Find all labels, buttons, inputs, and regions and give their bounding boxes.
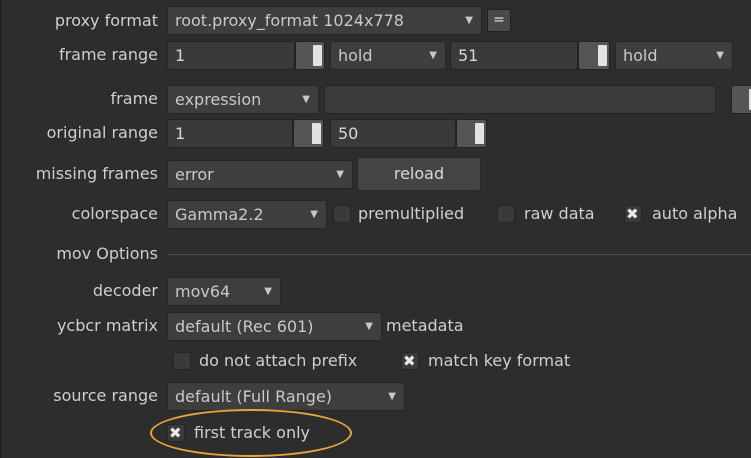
frame-slider[interactable] bbox=[731, 85, 751, 114]
chevron-down-icon: ▼ bbox=[429, 50, 437, 61]
missing-frames-dropdown[interactable]: error ▼ bbox=[167, 160, 353, 189]
original-range-end-slider[interactable] bbox=[456, 119, 487, 148]
frame-range-label: frame range bbox=[58, 45, 158, 64]
source-range-dropdown[interactable]: default (Full Range) ▼ bbox=[167, 382, 405, 411]
missing-frames-label: missing frames bbox=[35, 164, 158, 183]
frame-range-start-field[interactable]: 1 bbox=[167, 41, 295, 70]
ycbcr-matrix-value: default (Rec 601) bbox=[175, 317, 314, 336]
chevron-down-icon: ▼ bbox=[302, 94, 310, 105]
proxy-format-dropdown[interactable]: root.proxy_format 1024x778 ▼ bbox=[167, 6, 482, 35]
missing-frames-value: error bbox=[175, 165, 214, 184]
ycbcr-matrix-label: ycbcr matrix bbox=[56, 316, 158, 335]
proxy-format-label: proxy format bbox=[54, 11, 158, 30]
metadata-label: metadata bbox=[386, 316, 464, 335]
chevron-down-icon: ▼ bbox=[365, 321, 373, 332]
frame-range-end-mode-value: hold bbox=[623, 46, 658, 65]
auto-alpha-checkbox[interactable] bbox=[624, 204, 642, 224]
source-range-label: source range bbox=[53, 386, 158, 405]
original-range-start-field[interactable]: 1 bbox=[167, 119, 293, 148]
frame-range-end-slider[interactable] bbox=[578, 41, 610, 70]
reload-button[interactable]: reload bbox=[357, 157, 481, 191]
proxy-format-equals-button[interactable]: = bbox=[487, 9, 511, 32]
section-divider bbox=[167, 254, 751, 255]
frame-expression-field[interactable] bbox=[324, 85, 716, 114]
premultiplied-label: premultiplied bbox=[358, 204, 465, 223]
frame-mode-dropdown[interactable]: expression ▼ bbox=[167, 85, 319, 114]
original-range-start-slider[interactable] bbox=[293, 119, 324, 148]
chevron-down-icon: ▼ bbox=[264, 286, 272, 297]
original-range-end-field[interactable]: 50 bbox=[330, 119, 456, 148]
chevron-down-icon: ▼ bbox=[716, 50, 724, 61]
frame-range-start-mode-dropdown[interactable]: hold ▼ bbox=[330, 41, 446, 70]
raw-data-checkbox[interactable] bbox=[497, 205, 515, 223]
do-not-attach-prefix-label: do not attach prefix bbox=[199, 351, 358, 370]
frame-range-start-mode-value: hold bbox=[338, 46, 373, 65]
proxy-format-value: root.proxy_format 1024x778 bbox=[175, 11, 404, 30]
chevron-down-icon: ▼ bbox=[465, 15, 473, 26]
chevron-down-icon: ▼ bbox=[388, 391, 396, 402]
chevron-down-icon: ▼ bbox=[310, 209, 318, 220]
source-range-value: default (Full Range) bbox=[175, 387, 333, 406]
frame-range-end-field[interactable]: 51 bbox=[450, 41, 578, 70]
chevron-down-icon: ▼ bbox=[336, 169, 344, 180]
mov-options-section-title: mov Options bbox=[56, 244, 158, 263]
ycbcr-matrix-dropdown[interactable]: default (Rec 601) ▼ bbox=[167, 312, 382, 341]
colorspace-value: Gamma2.2 bbox=[175, 205, 264, 224]
highlight-ring bbox=[150, 409, 352, 457]
original-range-label: original range bbox=[46, 123, 158, 142]
match-key-format-label: match key format bbox=[428, 351, 571, 370]
frame-label: frame bbox=[110, 89, 158, 108]
auto-alpha-label: auto alpha bbox=[652, 204, 738, 223]
colorspace-dropdown[interactable]: Gamma2.2 ▼ bbox=[167, 200, 327, 229]
frame-range-end-mode-dropdown[interactable]: hold ▼ bbox=[615, 41, 733, 70]
decoder-value: mov64 bbox=[175, 282, 231, 301]
colorspace-label: colorspace bbox=[71, 204, 158, 223]
premultiplied-checkbox[interactable] bbox=[333, 205, 351, 223]
do-not-attach-prefix-checkbox[interactable] bbox=[173, 352, 191, 370]
frame-mode-value: expression bbox=[175, 90, 262, 109]
match-key-format-checkbox[interactable] bbox=[401, 351, 419, 371]
decoder-label: decoder bbox=[92, 281, 158, 300]
raw-data-label: raw data bbox=[524, 204, 595, 223]
decoder-dropdown[interactable]: mov64 ▼ bbox=[167, 277, 281, 306]
frame-range-start-slider[interactable] bbox=[295, 41, 325, 70]
